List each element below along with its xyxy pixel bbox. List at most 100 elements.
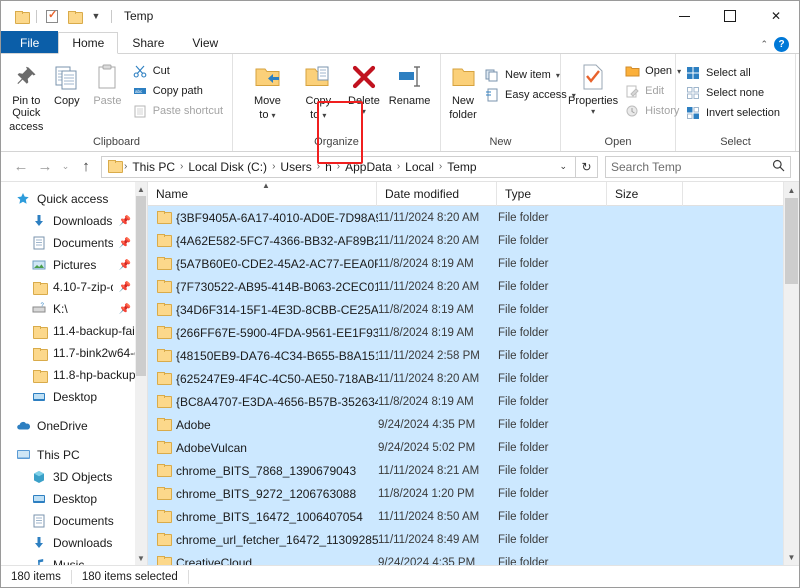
back-button[interactable]: ←: [9, 155, 33, 179]
scroll-up-icon[interactable]: ▲: [784, 182, 799, 198]
properties-icon[interactable]: [41, 5, 63, 27]
rename-button[interactable]: Rename: [384, 57, 435, 107]
recent-locations-button[interactable]: ⌄: [57, 155, 74, 179]
scrollbar-thumb[interactable]: [136, 196, 146, 376]
tab-view[interactable]: View: [178, 32, 232, 54]
chevron-down-icon[interactable]: ▾: [556, 71, 560, 80]
up-button[interactable]: ↑: [74, 155, 98, 179]
help-icon[interactable]: ?: [774, 37, 789, 52]
sidebar-item-desktop-this-pc[interactable]: Desktop: [1, 488, 147, 510]
table-row[interactable]: chrome_url_fetcher_16472_1130928550 11/11…: [148, 528, 799, 551]
sidebar-item-3d-objects[interactable]: 3D Objects: [1, 466, 147, 488]
table-row[interactable]: {625247E9-4F4C-4C50-AE50-718AB45281...11…: [148, 367, 799, 390]
new-folder-icon[interactable]: [63, 5, 85, 27]
table-row[interactable]: chrome_BITS_9272_1206763088 11/8/2024 1:2…: [148, 482, 799, 505]
table-row[interactable]: {34D6F314-15F1-4E3D-8CBB-CE25A21312...11…: [148, 298, 799, 321]
properties-button[interactable]: Properties ▾: [566, 57, 620, 116]
table-row[interactable]: {3BF9405A-6A17-4010-AD0E-7D98A992F...11/…: [148, 206, 799, 229]
chevron-down-icon[interactable]: ▾: [362, 107, 366, 116]
select-all-button[interactable]: Select all: [681, 63, 784, 83]
chevron-down-icon[interactable]: ⌄: [553, 161, 573, 172]
invert-selection-button[interactable]: Invert selection: [681, 103, 784, 123]
rename-icon: [396, 61, 424, 93]
scroll-up-icon[interactable]: ▲: [135, 182, 147, 196]
file-list-scrollbar[interactable]: ▲ ▼: [783, 182, 799, 565]
pin-to-quick-access-button[interactable]: Pin to Quick access: [6, 57, 47, 133]
column-header-type[interactable]: Type: [497, 181, 607, 206]
search-input[interactable]: Search Temp: [605, 155, 791, 178]
table-row[interactable]: chrome_BITS_16472_1006407054 11/11/2024 8…: [148, 505, 799, 528]
column-header-name[interactable]: ▲ Name: [148, 181, 377, 206]
sidebar-item-11-4-backup-fail[interactable]: 11.4-backup-fail: [1, 320, 147, 342]
sidebar-item-desktop-quick-access[interactable]: Desktop: [1, 386, 147, 408]
sidebar-item-documents[interactable]: Documents 📌: [1, 232, 147, 254]
sidebar-item-downloads-this-pc[interactable]: Downloads: [1, 532, 147, 554]
sidebar-item-pictures[interactable]: Pictures 📌: [1, 254, 147, 276]
scroll-down-icon[interactable]: ▼: [784, 549, 799, 565]
sidebar-item-11-8-hp-backup[interactable]: 11.8-hp-backup-: [1, 364, 147, 386]
move-to-button[interactable]: Move to ▾: [242, 57, 293, 122]
collapse-ribbon-icon[interactable]: ⌃: [760, 39, 768, 50]
sidebar-item-onedrive[interactable]: OneDrive: [1, 415, 147, 437]
copy-path-button[interactable]: abc Copy path: [128, 81, 227, 101]
select-none-button[interactable]: Select none: [681, 83, 784, 103]
scrollbar-thumb[interactable]: [785, 198, 798, 284]
sidebar-item-4-10-7-zip-da[interactable]: 4.10-7-zip-da 📌: [1, 276, 147, 298]
sidebar-item-11-7-bink2w64-c[interactable]: 11.7-bink2w64-c: [1, 342, 147, 364]
tab-home[interactable]: Home: [58, 32, 119, 54]
table-row[interactable]: {5A7B60E0-CDE2-45A2-AC77-EEA0FD1B9...11/…: [148, 252, 799, 275]
column-label: Date modified: [385, 186, 460, 201]
minimize-button[interactable]: [661, 1, 707, 31]
chevron-down-icon[interactable]: ▾: [591, 107, 595, 116]
navigation-pane-scrollbar[interactable]: ▲ ▼: [135, 182, 147, 565]
chevron-down-icon[interactable]: ▼: [85, 5, 107, 27]
tab-file[interactable]: File: [1, 31, 59, 54]
paste-button[interactable]: Paste: [87, 57, 128, 107]
breadcrumb-item-users[interactable]: Users: [276, 160, 315, 174]
breadcrumb-item-local[interactable]: Local: [401, 160, 438, 174]
scroll-down-icon[interactable]: ▼: [135, 551, 147, 565]
new-folder-button[interactable]: New folder: [446, 57, 480, 121]
maximize-button[interactable]: [707, 1, 753, 31]
column-header-size[interactable]: Size: [607, 181, 683, 206]
table-row[interactable]: {7F730522-AB95-414B-B063-2CEC01C001...11…: [148, 275, 799, 298]
cell-name: CreativeCloud: [148, 555, 378, 565]
forward-button[interactable]: →: [33, 155, 57, 179]
table-row[interactable]: {266FF67E-5900-4FDA-9561-EE1F93E36C45}11…: [148, 321, 799, 344]
copy-button[interactable]: Copy: [47, 57, 88, 107]
sidebar-item-this-pc[interactable]: This PC: [1, 444, 147, 466]
column-label: Type: [505, 186, 532, 201]
search-icon[interactable]: [772, 159, 785, 175]
paste-shortcut-button[interactable]: Paste shortcut: [128, 101, 227, 121]
breadcrumb-item-this-pc[interactable]: This PC: [128, 160, 179, 174]
breadcrumb[interactable]: › This PC › Local Disk (C:) › Users › h …: [101, 155, 576, 178]
copy-to-button[interactable]: Copy to ▾: [293, 57, 344, 122]
cut-button[interactable]: Cut: [128, 61, 227, 81]
sidebar-item-music[interactable]: Music: [1, 554, 147, 565]
table-row[interactable]: chrome_BITS_7868_1390679043 11/11/2024 8:…: [148, 459, 799, 482]
table-row[interactable]: CreativeCloud 9/24/2024 4:35 PM File folde…: [148, 551, 799, 565]
refresh-button[interactable]: ↻: [576, 155, 598, 178]
breadcrumb-item-local-disk[interactable]: Local Disk (C:): [184, 160, 271, 174]
table-row[interactable]: {BC8A4707-E3DA-4656-B57B-352634567F...11…: [148, 390, 799, 413]
chevron-down-icon[interactable]: ▾: [272, 111, 276, 120]
column-header-date-modified[interactable]: Date modified: [377, 181, 497, 206]
table-row[interactable]: AdobeVulcan 9/24/2024 5:02 PM File folder: [148, 436, 799, 459]
sidebar-item-downloads[interactable]: Downloads 📌: [1, 210, 147, 232]
sidebar-item-documents-this-pc[interactable]: Documents: [1, 510, 147, 532]
star-icon: [15, 191, 31, 207]
table-row[interactable]: {48150EB9-DA76-4C34-B655-B8A151C25...11/…: [148, 344, 799, 367]
breadcrumb-item-appdata[interactable]: AppData: [341, 160, 396, 174]
sidebar-item-k-drive[interactable]: ? K:\ 📌: [1, 298, 147, 320]
chevron-down-icon[interactable]: ▾: [322, 111, 326, 120]
close-button[interactable]: ✕: [753, 1, 799, 31]
sidebar-item-quick-access[interactable]: Quick access: [1, 188, 147, 210]
delete-button[interactable]: Delete ▾: [344, 57, 384, 116]
folder-icon[interactable]: [10, 5, 32, 27]
table-row[interactable]: {4A62E582-5FC7-4366-BB32-AF89B28580...11…: [148, 229, 799, 252]
breadcrumb-item-temp[interactable]: Temp: [443, 160, 480, 174]
cell-date-modified: 11/8/2024 8:19 AM: [378, 303, 474, 316]
breadcrumb-item-h[interactable]: h: [321, 160, 336, 174]
table-row[interactable]: Adobe 9/24/2024 4:35 PM File folder: [148, 413, 799, 436]
tab-share[interactable]: Share: [118, 32, 178, 54]
